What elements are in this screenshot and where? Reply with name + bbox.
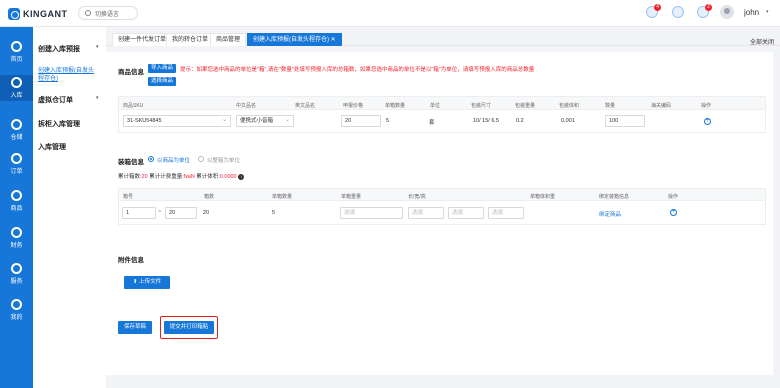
main-card: 商品信息 导入商品 选择商品 提示：如果您选中商品的单位是"箱",请在"数量"处… (106, 52, 773, 375)
nav-item-product[interactable]: 商品 (0, 188, 33, 214)
nav-item-mine[interactable]: 我的 (0, 297, 33, 323)
user-name[interactable]: john (744, 8, 759, 17)
close-all-tabs[interactable]: 全部关闭 (750, 37, 774, 46)
product-table-row: 31-SKU54845 便携式小音箱 20 5 套 10/ 15/ 6.5 0.… (118, 110, 766, 133)
box-weight-input[interactable]: 选填 (340, 207, 403, 219)
finance-icon (11, 227, 22, 238)
radio-by-product-label[interactable]: 以商品为单位 (157, 156, 190, 164)
caret-icon: ▾ (96, 95, 99, 101)
nav-item-service[interactable]: 服务 (0, 261, 33, 287)
box-width-input[interactable]: 选填 (448, 207, 484, 219)
select-product-button[interactable]: 选择商品 (148, 77, 176, 86)
boxing-table-row: 1 ~ 20 20 5 选填 选填 选填 选填 绑定商品 + (118, 201, 766, 225)
tab-create-inbound[interactable]: 创建入库预报(自发头程存仓) ✕ (247, 33, 342, 46)
boxing-section-title: 装箱信息 (118, 159, 144, 166)
size-value: 10/ 15/ 6.5 (473, 118, 499, 124)
logo-text: KINGANT (23, 9, 68, 19)
import-product-button[interactable]: 导入商品 (148, 64, 176, 73)
box-count-value: 20 (203, 210, 210, 216)
close-icon[interactable]: ✕ (331, 37, 336, 43)
radio-by-box[interactable] (198, 156, 204, 162)
radio-by-box-label[interactable]: 以整箱为单位 (207, 156, 240, 164)
cn-name-select[interactable]: 便携式小音箱 (236, 115, 294, 127)
product-icon (11, 190, 22, 201)
menu-split-inbound[interactable]: 拆柜入库管理 (38, 119, 80, 129)
warehouse-icon (11, 119, 22, 130)
sku-select[interactable]: 31-SKU54845 (123, 115, 231, 127)
attachment-section-title: 附件信息 (118, 257, 144, 264)
bell-icon[interactable]: 4 (646, 4, 661, 18)
nav-item-finance[interactable]: 财务 (0, 225, 33, 251)
globe-icon (85, 10, 91, 16)
price-input[interactable]: 20 (341, 115, 381, 127)
gear-icon[interactable]: 2 (697, 4, 712, 18)
product-section-title: 商品信息 (118, 69, 144, 76)
weight-value: 0.2 (516, 118, 524, 124)
caret-icon: ▾ (96, 44, 99, 50)
sub-menu: 创建入库预报 ▾ 创建入库预报(自发头程存仓) 虚拟仓订单 ▾ 拆柜入库管理 入库管… (33, 27, 106, 388)
boxing-summary: 累计箱数:20 累计计费重量:NaN 累计体积:0.0000 i (118, 172, 245, 180)
notification-badge: 4 (654, 4, 661, 11)
tab-bar: 创建一件代发订单 我的转仓订单 商品管理 创建入库预报(自发头程存仓) ✕ 全部… (106, 27, 780, 46)
menu-virtual-order[interactable]: 虚拟仓订单 ▾ (38, 95, 99, 105)
chevron-down-icon[interactable]: ▾ (766, 9, 769, 15)
message-icon[interactable] (672, 6, 684, 18)
radio-by-product[interactable] (148, 156, 154, 162)
avatar[interactable] (720, 5, 734, 19)
box-from-input[interactable]: 1 (122, 207, 156, 219)
language-label: 切换语言 (95, 11, 120, 18)
user-icon (11, 299, 22, 310)
palette-icon (11, 41, 22, 52)
boxing-table-header: 箱号 箱数 单箱数量 单箱重量 长/宽/高 单箱体积重 绑定装箱信息 操作 (118, 188, 766, 201)
add-box-row-icon[interactable]: + (670, 209, 677, 216)
box-to-input[interactable]: 20 (165, 207, 197, 219)
nav-item-order[interactable]: 订单 (0, 151, 33, 177)
submit-print-button[interactable]: 提交并打印箱贴 (164, 321, 214, 334)
menu-inbound-manage[interactable]: 入库管理 (38, 142, 66, 152)
upload-file-button[interactable]: ⬆ 上传文件 (124, 276, 170, 289)
language-switcher[interactable]: 切换语言 (78, 6, 138, 20)
logo-mark-icon (8, 8, 20, 20)
volume-value: 0.001 (561, 118, 575, 124)
add-row-icon[interactable]: + (704, 118, 711, 125)
order-icon (11, 153, 22, 164)
info-icon[interactable]: i (238, 174, 245, 180)
quantity-input[interactable]: 100 (605, 115, 645, 127)
tab-create-dropship[interactable]: 创建一件代发订单 (112, 33, 173, 46)
box-length-input[interactable]: 选填 (408, 207, 444, 219)
box-per-qty-value: 5 (272, 210, 276, 216)
settings-badge: 2 (705, 4, 712, 11)
nav-item-inbound[interactable]: 入库 (0, 75, 33, 101)
product-warning: 提示：如果您选中商品的单位是"箱",请在"数量"处填写预报入库的总箱数，如果您选… (180, 67, 535, 73)
product-table-header: 商品SKU 中文品名 英文品名 申报价格 单箱数量 单位 包装尺寸 包装重量 包… (118, 96, 766, 110)
nav-item-warehouse[interactable]: 仓储 (0, 117, 33, 143)
unit-value: 套 (429, 120, 435, 126)
per-box-qty: 5 (386, 118, 390, 124)
range-separator: ~ (158, 209, 162, 215)
tab-product-manage[interactable]: 商品管理 (210, 33, 247, 46)
box-height-input[interactable]: 选填 (488, 207, 524, 219)
save-draft-button[interactable]: 保存草稿 (118, 321, 152, 334)
menu-create-inbound[interactable]: 创建入库预报 ▾ (38, 44, 99, 54)
menu-create-inbound-sub[interactable]: 创建入库预报(自发头程存仓) (38, 67, 98, 83)
bind-product-link[interactable]: 绑定商品 (599, 210, 621, 218)
inbound-icon (11, 77, 22, 88)
tab-my-transfer[interactable]: 我的转仓订单 (166, 33, 215, 46)
service-icon (11, 263, 22, 274)
app-logo[interactable]: KINGANT (8, 8, 68, 20)
upload-icon: ⬆ (132, 279, 138, 285)
top-bar: KINGANT 切换语言 4 2 john ▾ (0, 0, 780, 27)
nav-item-home[interactable]: 首页 (0, 39, 33, 65)
sidebar: 首页 入库 仓储 订单 商品 财务 服务 我的 (0, 27, 33, 388)
